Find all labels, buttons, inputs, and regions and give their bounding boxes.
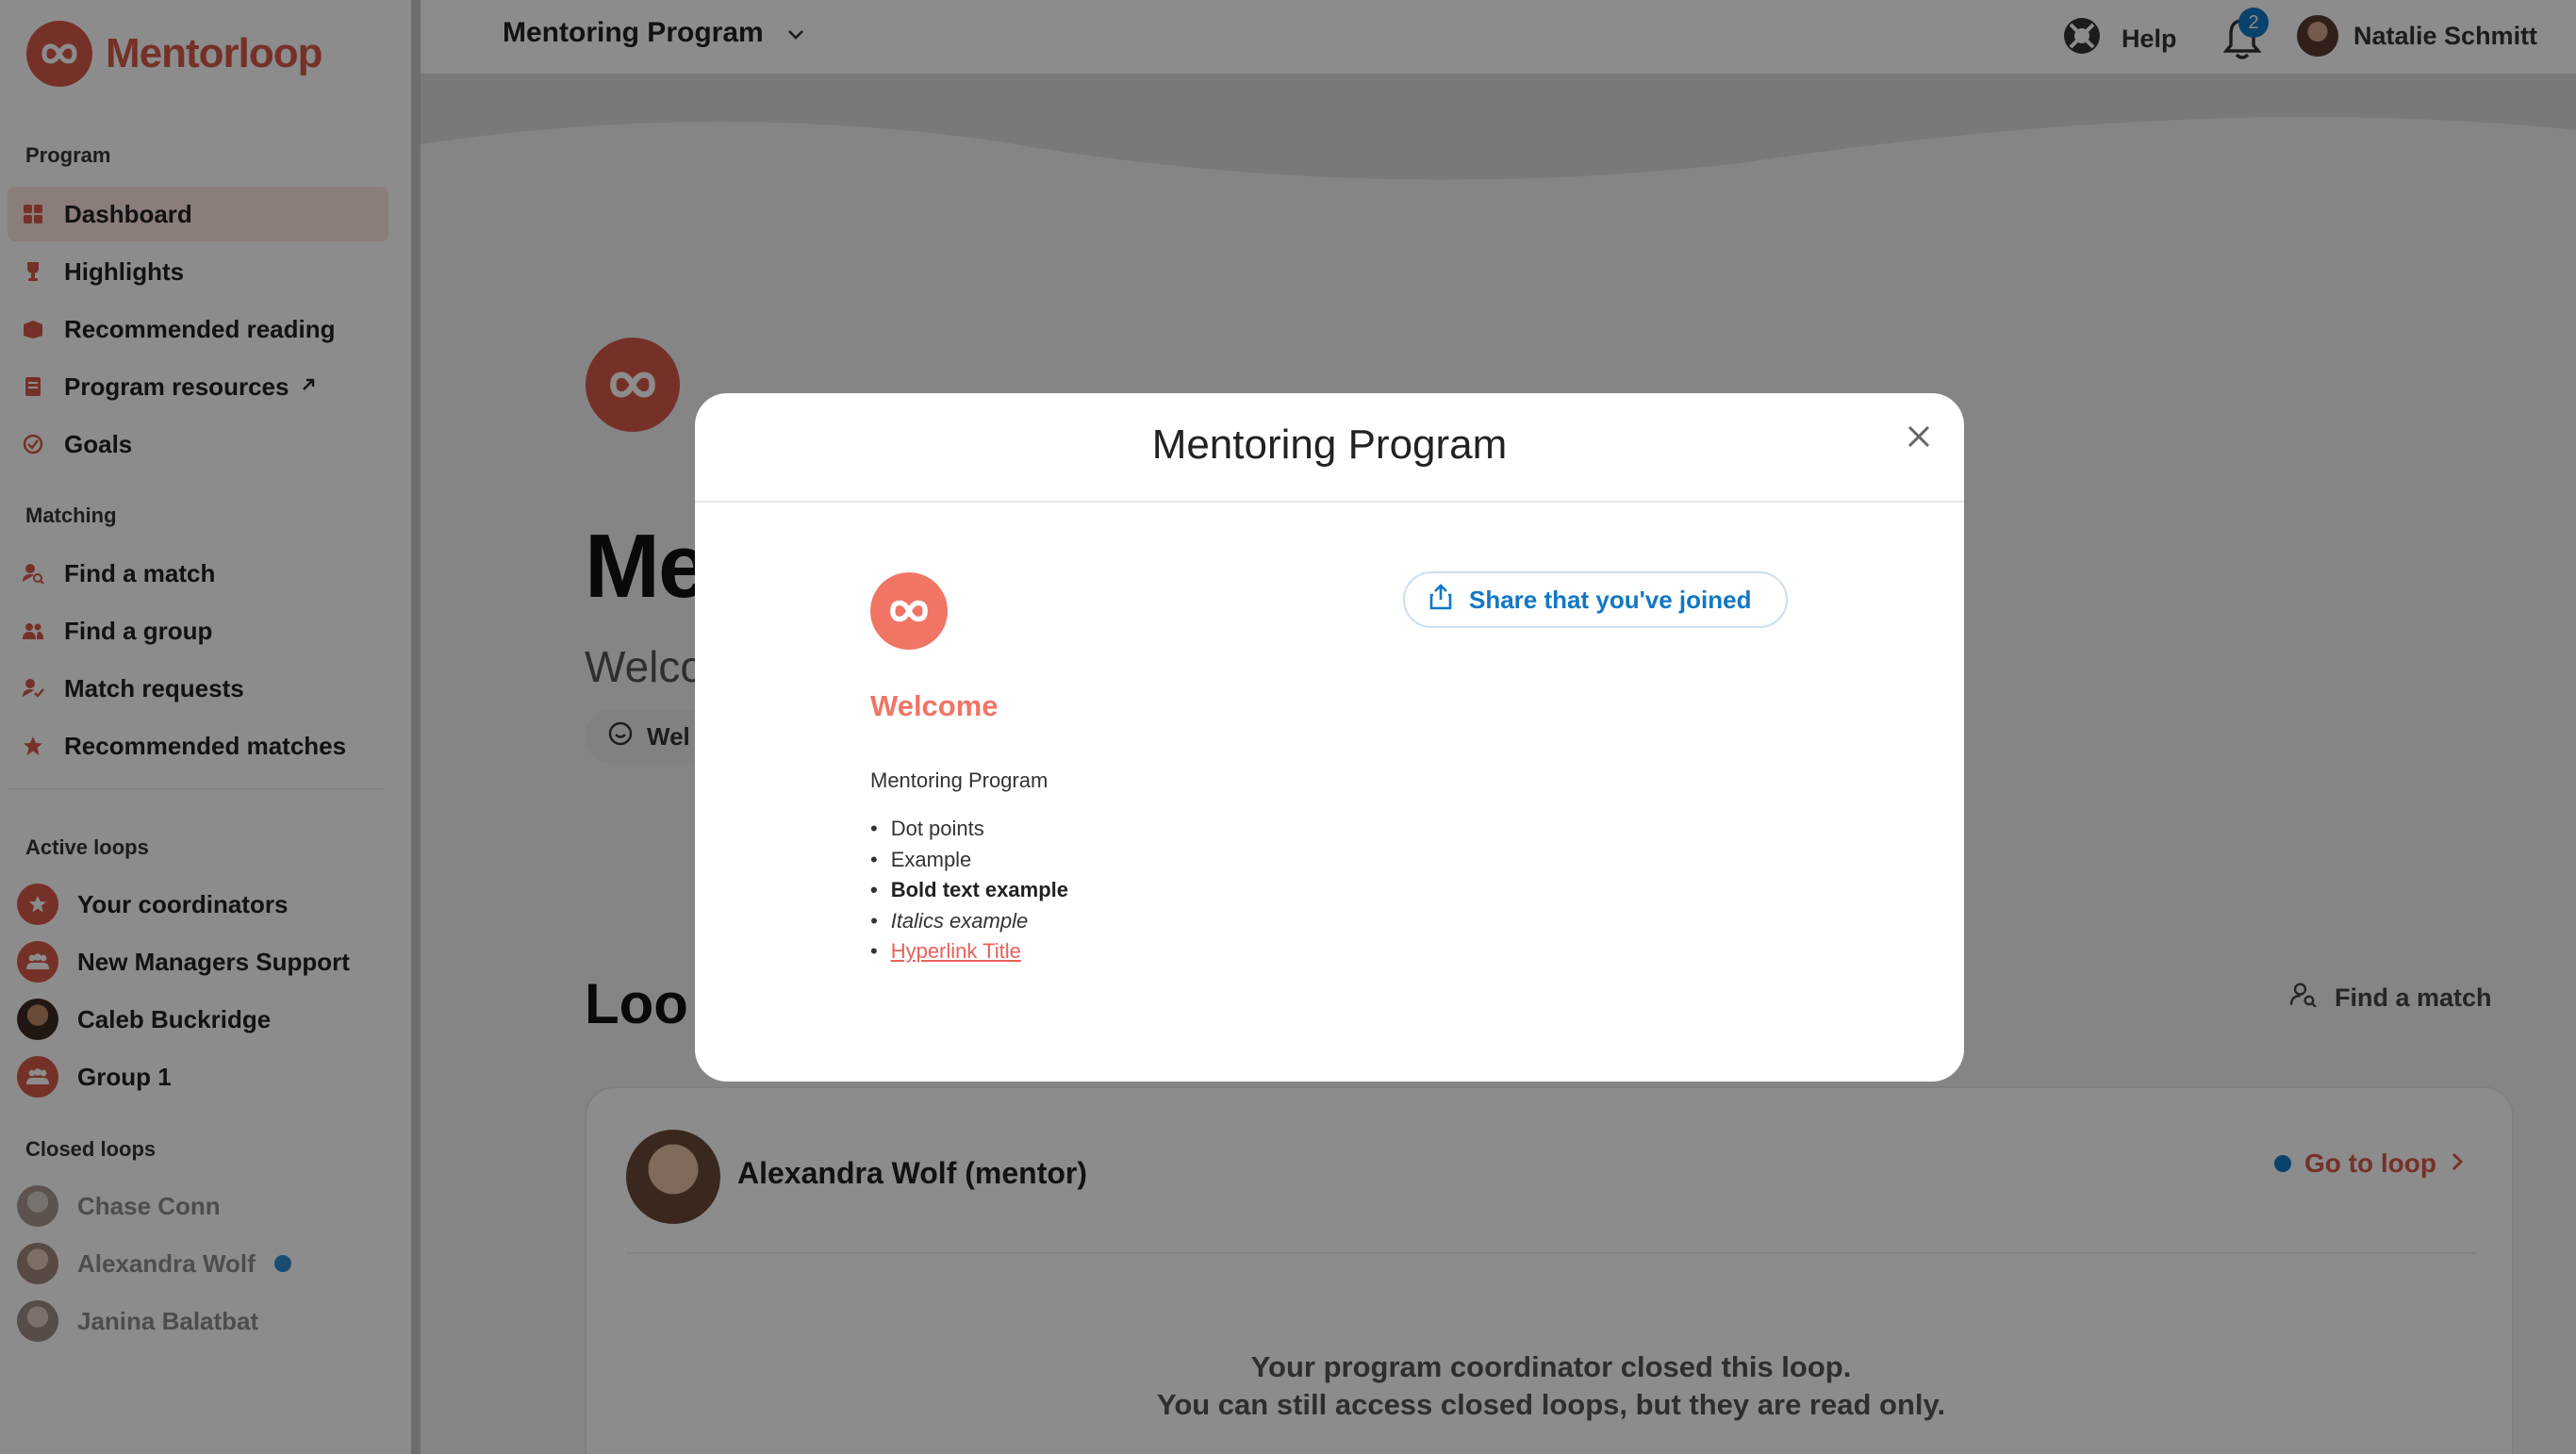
share-button-label: Share that you've joined: [1469, 585, 1752, 614]
list-item: Dot points: [870, 814, 1068, 845]
list-item: Example: [870, 845, 1068, 876]
program-logo-icon: [870, 572, 948, 650]
welcome-heading: Welcome: [870, 689, 999, 722]
close-button[interactable]: [1902, 420, 1936, 454]
close-icon: [1907, 425, 1930, 448]
bullet-list: Dot points Example Bold text example Ita…: [870, 814, 1068, 967]
modal-title: Mentoring Program: [1151, 421, 1508, 468]
program-description: Mentoring Program: [870, 768, 1049, 792]
list-item: Italics example: [870, 906, 1068, 937]
share-joined-button[interactable]: Share that you've joined: [1403, 571, 1788, 628]
hyperlink[interactable]: Hyperlink Title: [891, 939, 1021, 964]
welcome-modal: Mentoring Program Welcome Mentoring Prog…: [695, 393, 1964, 1082]
share-icon: [1429, 583, 1452, 617]
list-item: Hyperlink Title: [870, 936, 1068, 967]
list-item: Bold text example: [870, 875, 1068, 906]
modal-header: Mentoring Program: [695, 393, 1964, 503]
